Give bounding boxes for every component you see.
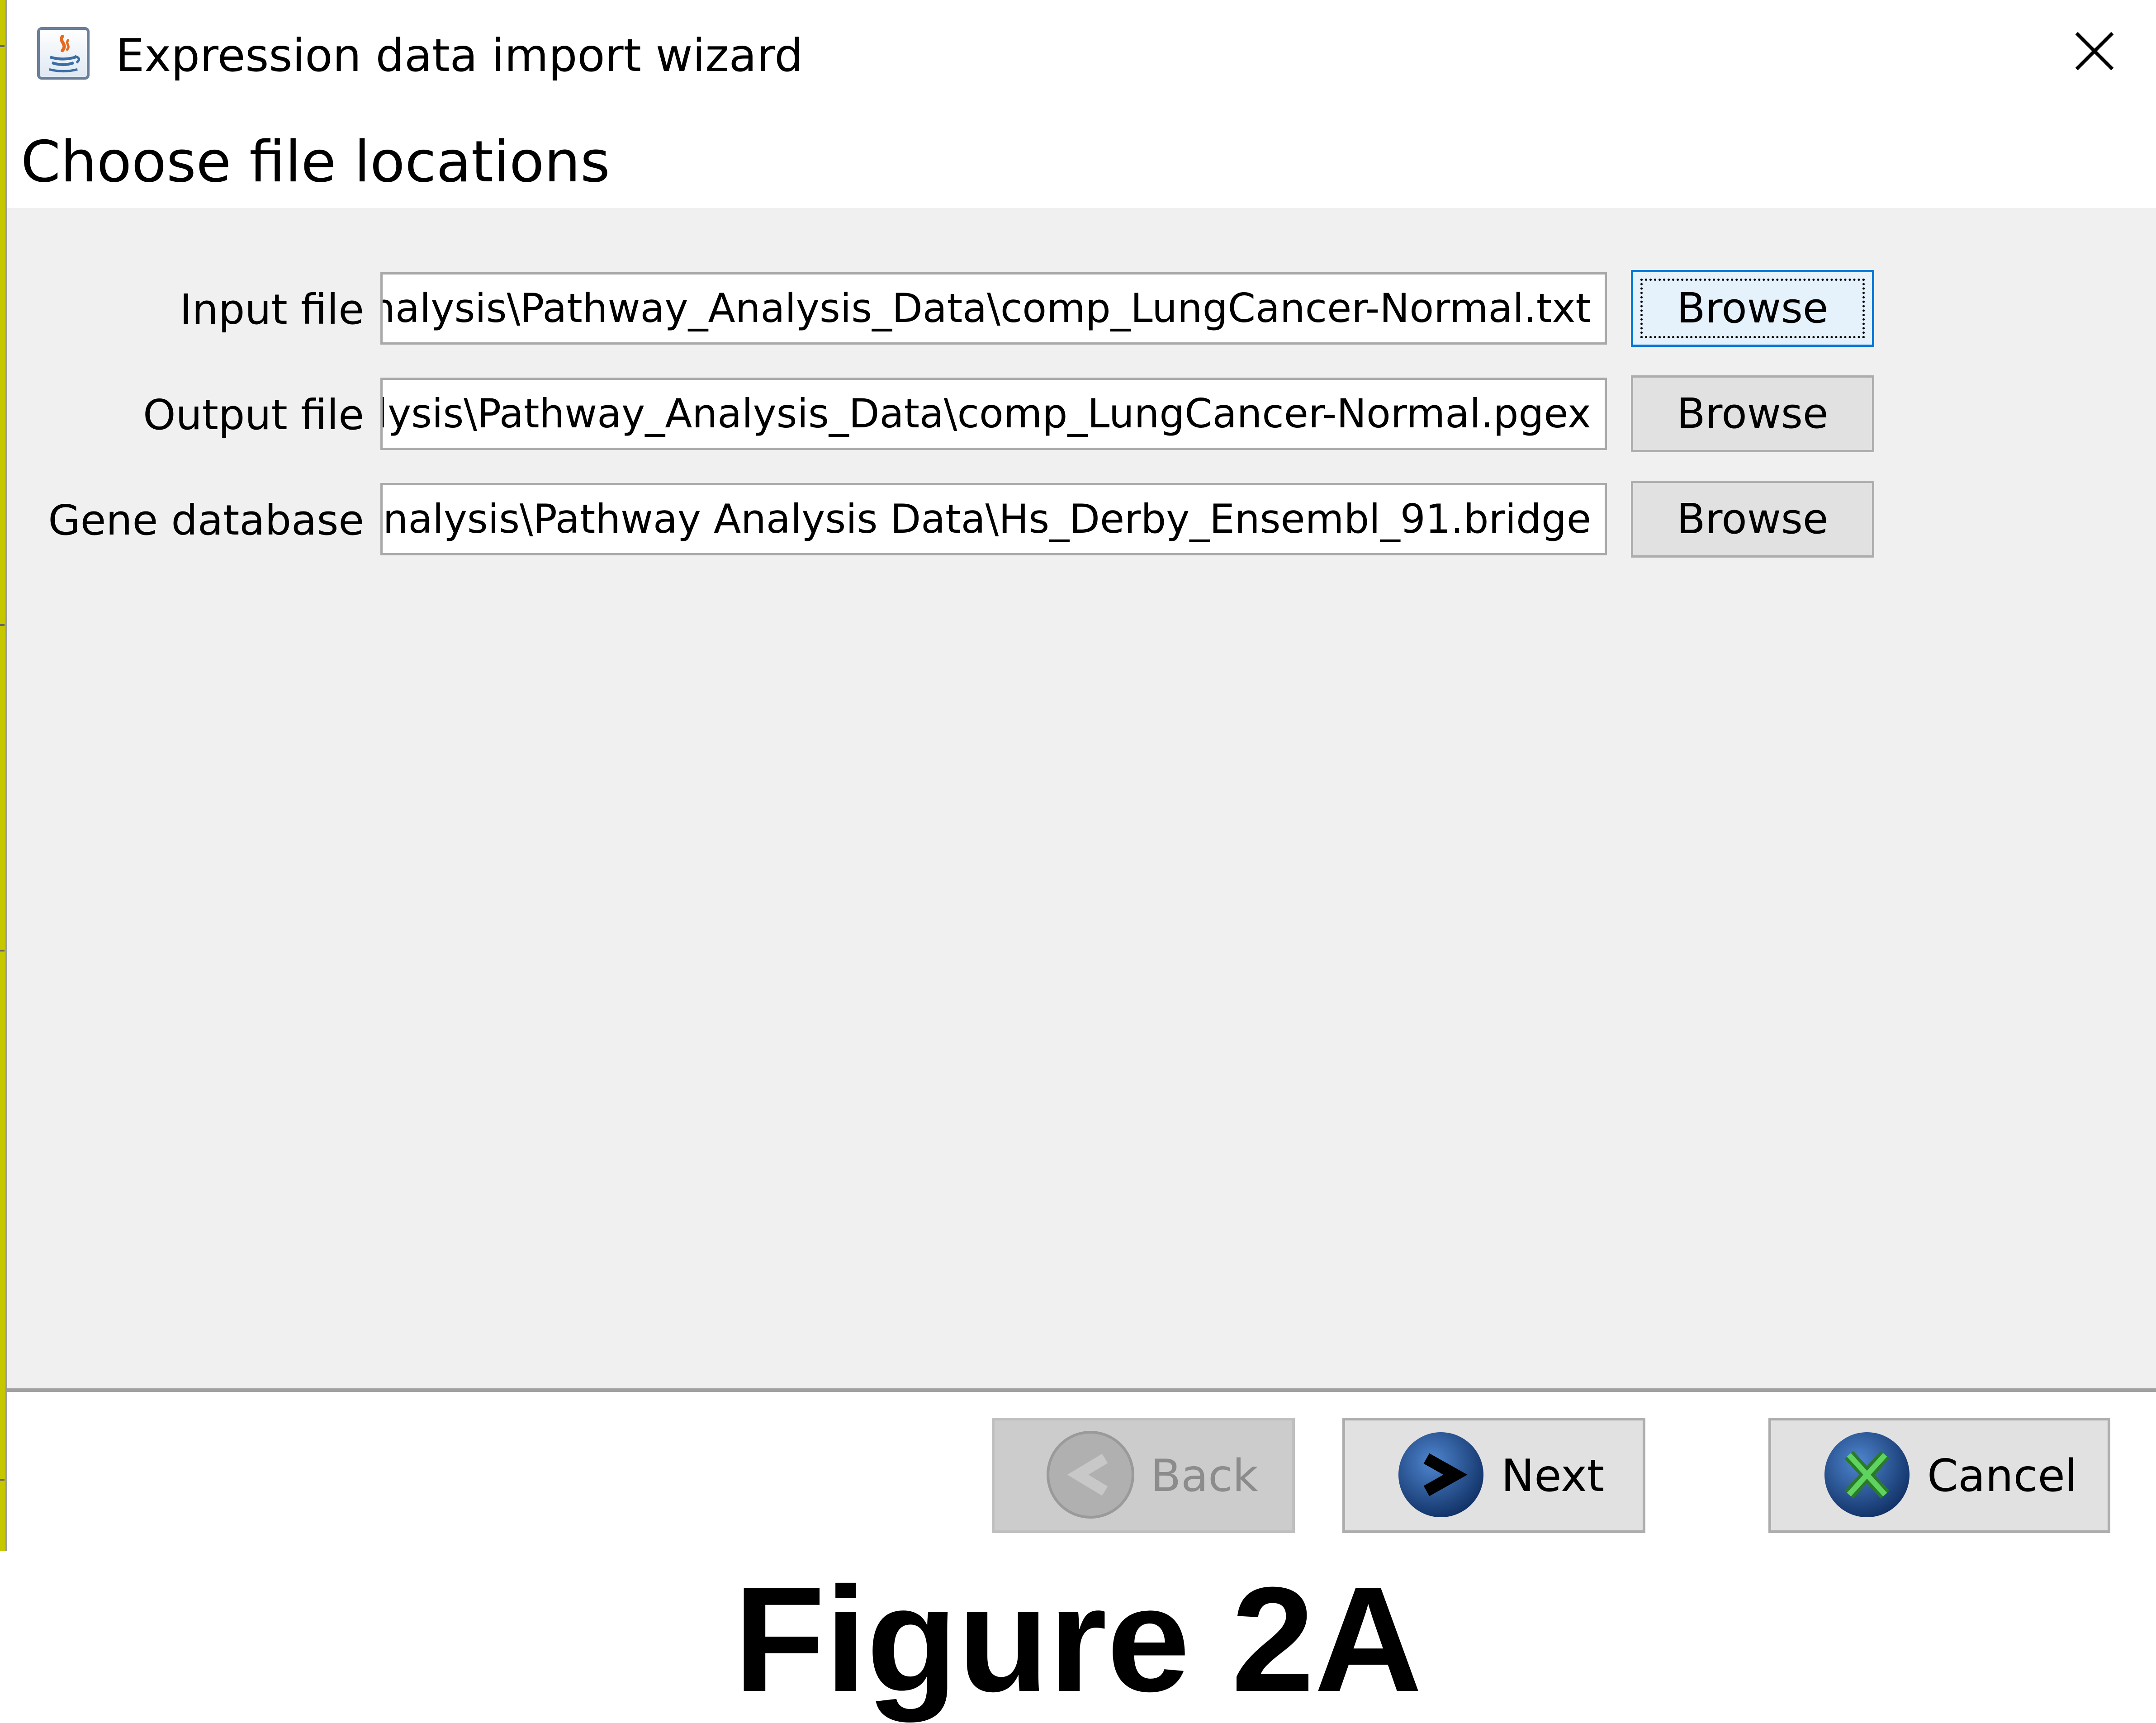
page-title: Choose file locations <box>21 128 610 195</box>
title-bar: Expression data import wizard <box>7 0 2156 111</box>
input-file-browse-button[interactable]: Browse <box>1631 270 1874 347</box>
import-wizard-dialog: Expression data import wizard Choose fil… <box>7 0 2156 1551</box>
gene-database-field[interactable]: /ay Analysis\Pathway Analysis Data\Hs_De… <box>380 483 1607 555</box>
gene-database-browse-button[interactable]: Browse <box>1631 481 1874 558</box>
output-file-field[interactable]: Analysis\Pathway_Analysis_Data\comp_Lung… <box>380 378 1607 450</box>
window-title: Expression data import wizard <box>116 29 803 82</box>
next-label: Next <box>1501 1450 1605 1502</box>
figure-caption: Figure 2A <box>734 1556 1422 1723</box>
gene-database-label: Gene database <box>48 496 364 544</box>
output-file-browse-button[interactable]: Browse <box>1631 375 1874 452</box>
next-arrow-icon <box>1396 1430 1486 1520</box>
gene-database-path: /ay Analysis\Pathway Analysis Data\Hs_De… <box>380 496 1591 542</box>
close-icon[interactable] <box>2070 26 2119 76</box>
edge-tick <box>0 950 5 951</box>
file-locations-panel: Input file ay Analysis\Pathway_Analysis_… <box>7 208 2156 1388</box>
input-file-path: ay Analysis\Pathway_Analysis_Data\comp_L… <box>380 285 1591 331</box>
input-file-label: Input file <box>180 285 364 334</box>
cancel-label: Cancel <box>1927 1450 2077 1502</box>
edge-tick <box>0 624 5 626</box>
back-arrow-icon <box>1045 1430 1136 1520</box>
edge-tick <box>0 45 5 47</box>
output-file-path: Analysis\Pathway_Analysis_Data\comp_Lung… <box>380 390 1591 437</box>
back-button[interactable]: Back <box>992 1418 1295 1533</box>
wizard-footer: Back Next Cancel <box>7 1392 2156 1551</box>
java-app-icon <box>37 27 90 80</box>
output-file-label: Output file <box>143 391 364 439</box>
cancel-button[interactable]: Cancel <box>1768 1418 2110 1533</box>
cancel-x-icon <box>1822 1430 1912 1520</box>
footer-separator <box>7 1388 2156 1392</box>
edge-tick <box>0 1479 5 1481</box>
input-file-field[interactable]: ay Analysis\Pathway_Analysis_Data\comp_L… <box>380 272 1607 345</box>
back-label: Back <box>1151 1450 1258 1502</box>
next-button[interactable]: Next <box>1342 1418 1645 1533</box>
